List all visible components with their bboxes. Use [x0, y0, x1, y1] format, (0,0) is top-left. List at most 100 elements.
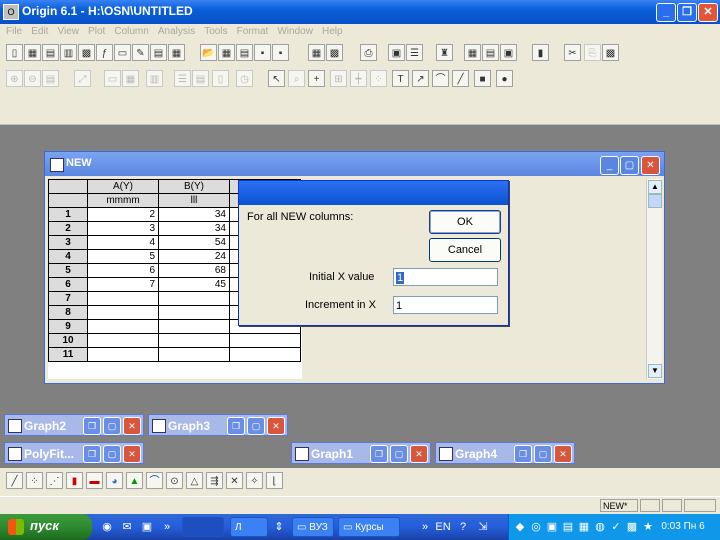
cell[interactable]: 68	[158, 263, 230, 278]
open-template-icon[interactable]: ▦	[218, 44, 235, 61]
toolbar-icon[interactable]: ⇲	[476, 520, 490, 534]
minimized-window-graph3[interactable]: Graph3 ❐ ▢ ✕	[148, 414, 288, 436]
quicklaunch-icon-1[interactable]: ◉	[100, 520, 114, 534]
new-function-icon[interactable]: ƒ	[96, 44, 113, 61]
smith-chart-icon[interactable]: ✧	[246, 472, 263, 489]
restore-icon[interactable]: ❐	[514, 445, 532, 463]
network-icon[interactable]: ◎	[529, 520, 543, 534]
dialog-title-bar[interactable]	[239, 181, 508, 205]
zoom-in-icon[interactable]: ⊕	[6, 70, 23, 87]
cell[interactable]	[87, 319, 159, 334]
line-symbol-plot-icon[interactable]: ⋰	[46, 472, 63, 489]
cut-icon[interactable]: ✂	[564, 44, 581, 61]
minimized-window-graph1[interactable]: Graph1 ❐ ▢ ✕	[291, 442, 431, 464]
cell[interactable]	[87, 333, 159, 348]
close-icon[interactable]: ✕	[267, 417, 285, 435]
group-icon[interactable]: ▯	[212, 70, 229, 87]
column-header-a[interactable]: A(Y)	[87, 179, 159, 194]
new-graph2-icon[interactable]: ▤	[150, 44, 167, 61]
scroll-down-icon[interactable]: ▼	[648, 364, 662, 378]
new-notes-icon[interactable]: ✎	[132, 44, 149, 61]
taskbar-button-origin[interactable]	[182, 517, 224, 537]
close-icon[interactable]: ✕	[123, 445, 141, 463]
row-header[interactable]: 7	[48, 291, 88, 306]
cell[interactable]: 5	[87, 249, 159, 264]
cell[interactable]: 34	[158, 207, 230, 222]
cell[interactable]: 3	[87, 221, 159, 236]
add-column-icon[interactable]: ▮	[532, 44, 549, 61]
minimized-window-graph4[interactable]: Graph4 ❐ ▢ ✕	[435, 442, 575, 464]
save-template-icon[interactable]: ▪	[272, 44, 289, 61]
cell[interactable]	[229, 347, 301, 362]
quicklaunch-more-icon[interactable]: »	[160, 520, 174, 534]
minimized-window-graph2[interactable]: Graph2 ❐ ▢ ✕	[4, 414, 144, 436]
corner-cell[interactable]	[48, 179, 88, 194]
cell[interactable]	[158, 319, 230, 334]
maximize-icon[interactable]: ▢	[103, 417, 121, 435]
area-plot-icon[interactable]: ▲	[126, 472, 143, 489]
maximize-icon[interactable]: ▢	[247, 417, 265, 435]
menu-edit[interactable]: Edit	[31, 24, 48, 40]
set-x-values-dialog[interactable]: For all NEW columns: OK Cancel Initial X…	[238, 180, 509, 326]
import-multiple-icon[interactable]: ▩	[326, 44, 343, 61]
start-button[interactable]: пуск	[0, 514, 92, 540]
cell[interactable]: 45	[158, 277, 230, 292]
restore-icon[interactable]: ❐	[83, 445, 101, 463]
copy-icon[interactable]: ⎘	[584, 44, 601, 61]
new-project-icon[interactable]: ▯	[6, 44, 23, 61]
tray-icon-7[interactable]: ✓	[609, 520, 623, 534]
cell[interactable]	[87, 305, 159, 320]
quicklaunch-icon-2[interactable]: ✉	[120, 520, 134, 534]
vector-plot-icon[interactable]: ⇶	[206, 472, 223, 489]
restore-icon[interactable]: ❐	[83, 417, 101, 435]
new-graph-icon[interactable]: ▥	[60, 44, 77, 61]
language-indicator[interactable]: EN	[434, 520, 452, 534]
template-plot-icon[interactable]: ⌊	[266, 472, 283, 489]
vertical-scrollbar[interactable]: ▲ ▼	[646, 179, 662, 379]
new-graph3-icon[interactable]: ▦	[168, 44, 185, 61]
taskbar-more-icon[interactable]: »	[418, 520, 432, 534]
rectangle-tool-icon[interactable]: ■	[474, 70, 491, 87]
help-icon[interactable]: ?	[456, 520, 470, 534]
align-icon[interactable]: ☰	[174, 70, 191, 87]
tray-icon-5[interactable]: ▦	[577, 520, 591, 534]
cell[interactable]: 24	[158, 249, 230, 264]
row-header[interactable]: 9	[48, 319, 88, 334]
menu-analysis[interactable]: Analysis	[158, 24, 195, 40]
cell[interactable]	[158, 347, 230, 362]
shield-icon[interactable]: ◆	[513, 520, 527, 534]
bar-plot-icon[interactable]: ▬	[86, 472, 103, 489]
layout-icon[interactable]: ▣	[500, 44, 517, 61]
zoom-out-icon[interactable]: ⊖	[24, 70, 41, 87]
menu-help[interactable]: Help	[322, 24, 343, 40]
app-icon[interactable]: O	[3, 4, 19, 20]
column-label-a[interactable]: mmmm	[87, 193, 159, 208]
paste-icon[interactable]: ▩	[602, 44, 619, 61]
script-window-icon[interactable]: ▤	[482, 44, 499, 61]
initial-x-input[interactable]: 1	[393, 268, 498, 286]
high-low-plot-icon[interactable]: ✕	[226, 472, 243, 489]
cell[interactable]	[229, 333, 301, 348]
maximize-button[interactable]: ❐	[677, 3, 697, 22]
zoom-icon[interactable]: ⌕	[288, 70, 305, 87]
worksheet-close-button[interactable]: ✕	[641, 156, 660, 175]
refresh-icon[interactable]: ▣	[388, 44, 405, 61]
distribute-icon[interactable]: ▤	[192, 70, 209, 87]
restore-icon[interactable]: ❐	[227, 417, 245, 435]
minimize-button[interactable]: _	[656, 3, 676, 22]
timer-icon[interactable]: ◷	[236, 70, 253, 87]
save-icon[interactable]: ▪	[254, 44, 271, 61]
row-header[interactable]: 5	[48, 263, 88, 278]
row-header[interactable]: 4	[48, 249, 88, 264]
screen-reader-icon[interactable]: +	[308, 70, 325, 87]
new-worksheet-icon[interactable]: ▦	[24, 44, 41, 61]
menu-view[interactable]: View	[57, 24, 79, 40]
cell[interactable]: 7	[87, 277, 159, 292]
line-tool-icon[interactable]: ╱	[452, 70, 469, 87]
cell[interactable]: 34	[158, 221, 230, 236]
close-icon[interactable]: ✕	[554, 445, 572, 463]
scroll-up-icon[interactable]: ▲	[648, 180, 662, 194]
ok-button[interactable]: OK	[429, 210, 501, 234]
pie-chart-icon[interactable]: ◕	[106, 472, 123, 489]
menu-tools[interactable]: Tools	[204, 24, 227, 40]
